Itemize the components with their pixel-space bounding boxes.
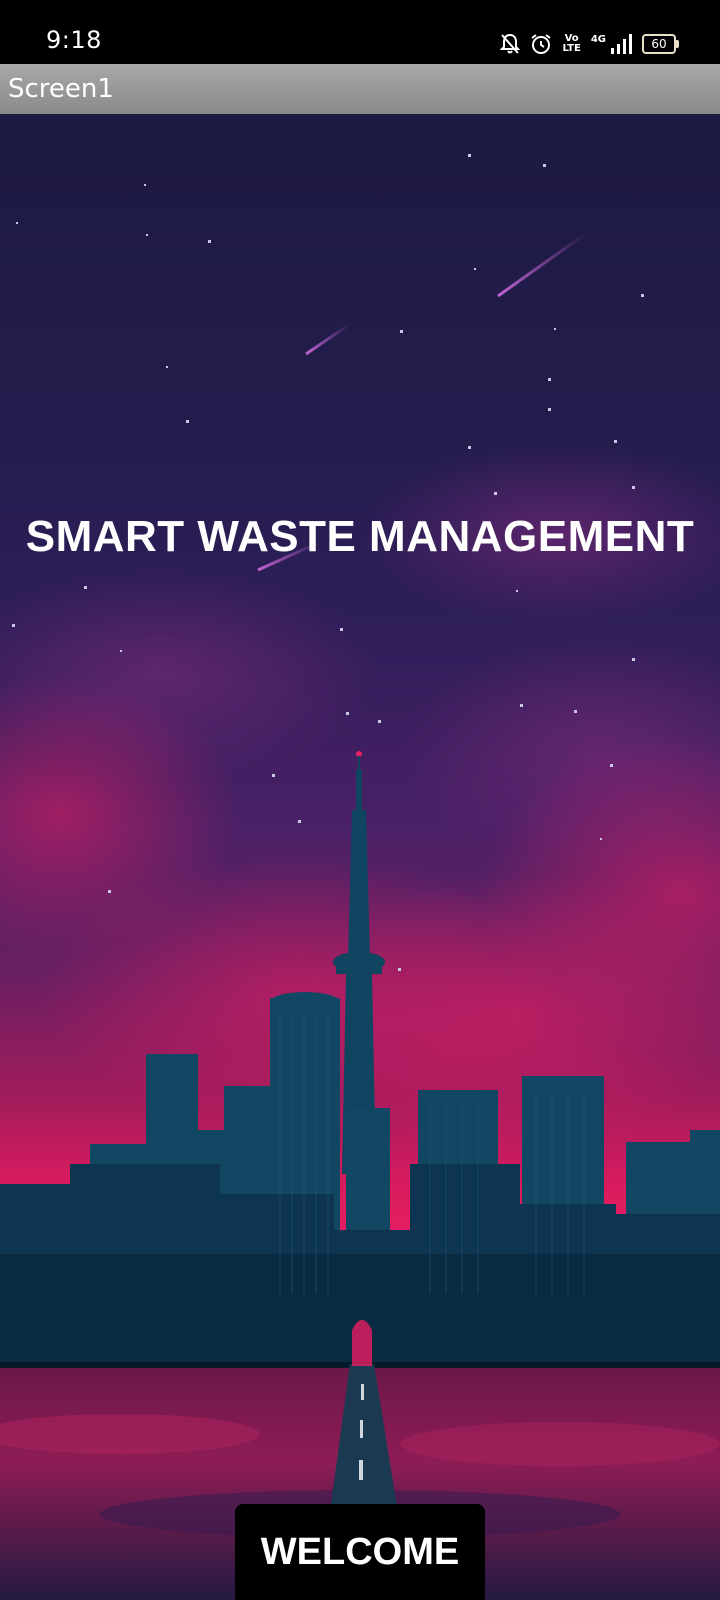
volte-bottom-label: LTE — [562, 43, 581, 54]
battery-level: 60 — [651, 37, 667, 51]
signal-icon — [610, 34, 632, 54]
network-type-label: 4G — [590, 33, 606, 45]
welcome-button[interactable]: WELCOME — [235, 1504, 485, 1600]
city-skyline-illustration — [0, 154, 720, 1600]
app-headline: SMART WASTE MANAGEMENT — [25, 512, 695, 561]
battery-icon: 60 — [642, 34, 679, 54]
status-bar: 9:18 Vo LTE 4G 60 — [0, 0, 720, 64]
screen-title: Screen1 — [8, 74, 114, 104]
background-illustration: SMART WASTE MANAGEMENT — [0, 114, 720, 1600]
status-time: 9:18 — [46, 26, 102, 54]
title-bar: Screen1 — [0, 64, 720, 114]
alarm-icon — [530, 33, 552, 55]
volte-icon: Vo LTE — [562, 34, 580, 54]
mute-bell-icon — [500, 33, 521, 55]
status-icons: Vo LTE 4G 60 — [500, 28, 679, 60]
